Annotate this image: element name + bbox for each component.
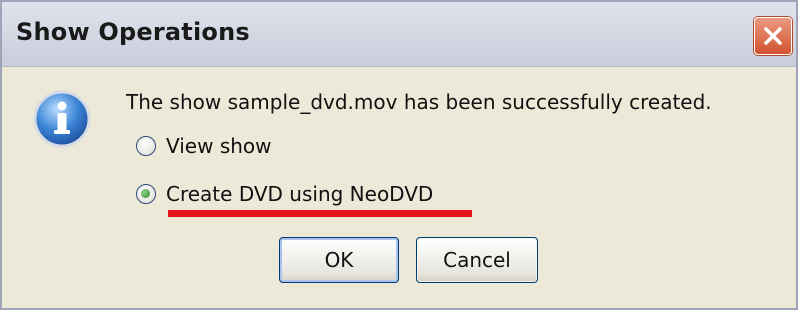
close-icon — [764, 27, 782, 45]
dialog-message: The show sample_dvd.mov has been success… — [126, 90, 712, 114]
radio-view-show[interactable] — [136, 136, 156, 156]
close-button[interactable] — [754, 17, 792, 55]
dialog-title: Show Operations — [16, 18, 250, 46]
option-view-show[interactable]: View show — [136, 131, 272, 161]
annotation-underline — [168, 210, 472, 217]
show-operations-dialog: Show Operations The show sample_dvd.mov … — [0, 0, 798, 310]
option-label[interactable]: View show — [166, 134, 272, 158]
option-label[interactable]: Create DVD using NeoDVD — [166, 182, 433, 206]
info-icon — [30, 87, 94, 155]
option-create-dvd[interactable]: Create DVD using NeoDVD — [136, 179, 433, 209]
cancel-button[interactable]: Cancel — [416, 237, 538, 283]
ok-button[interactable]: OK — [279, 237, 399, 283]
title-bar[interactable]: Show Operations — [2, 2, 796, 67]
radio-create-dvd[interactable] — [136, 184, 156, 204]
dialog-body: The show sample_dvd.mov has been success… — [2, 67, 796, 308]
